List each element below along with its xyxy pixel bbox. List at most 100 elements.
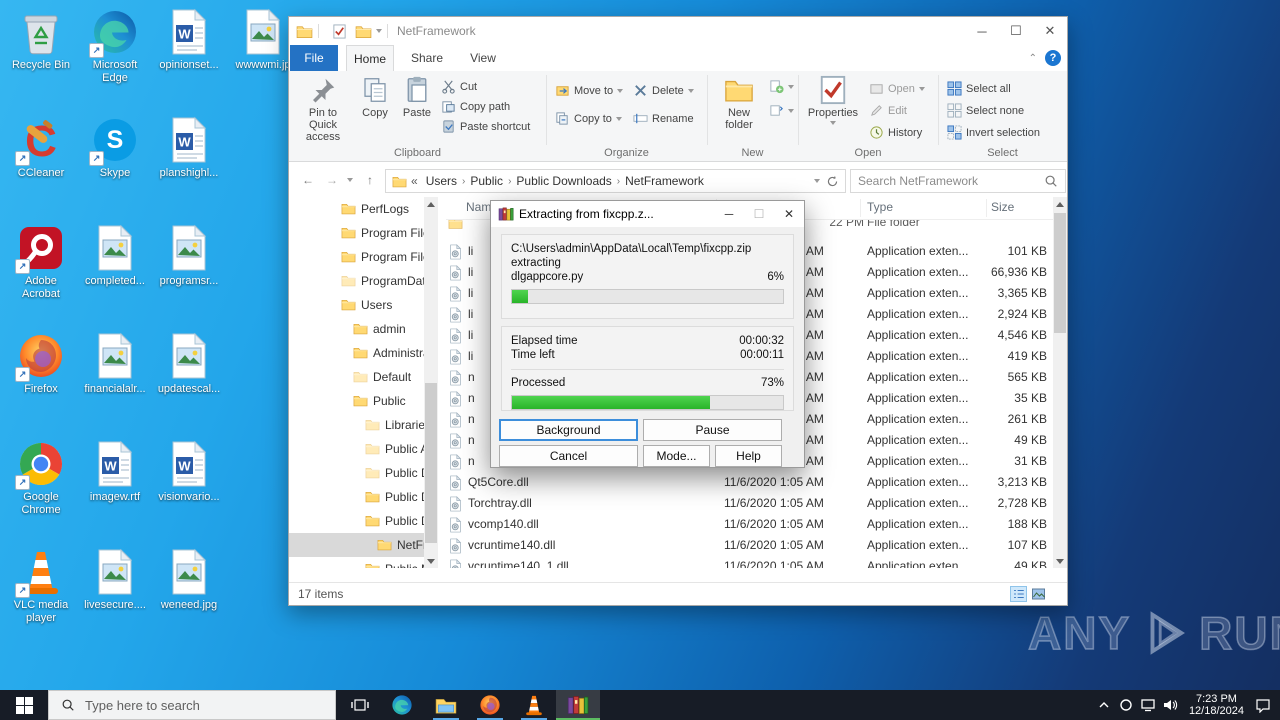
breadcrumb-item[interactable]: Public bbox=[466, 174, 507, 188]
maximize-button[interactable]: ☐ bbox=[999, 18, 1033, 44]
tab-file[interactable]: File bbox=[290, 45, 338, 71]
invert-selection-button[interactable]: Invert selection bbox=[947, 125, 1040, 140]
mode-button[interactable]: Mode... bbox=[643, 445, 710, 467]
desktop-icon-completed[interactable]: completed... bbox=[78, 224, 152, 324]
file-row-vcomp140-dll[interactable]: vcomp140.dll 11/6/2020 1:05 AM Application… bbox=[446, 514, 1053, 535]
file-row-torchtray-dll[interactable]: Torchtray.dll 11/6/2020 1:05 AM Applicatio… bbox=[446, 493, 1053, 514]
desktop-icon-updatescal[interactable]: updatescal... bbox=[152, 332, 226, 432]
list-scroll-up-icon[interactable] bbox=[1053, 197, 1067, 211]
refresh-icon[interactable] bbox=[826, 175, 839, 188]
desktop-icon-ccleaner[interactable]: C↗CCleaner bbox=[4, 116, 78, 216]
tree-item-users[interactable]: Users bbox=[289, 293, 424, 317]
action-center-icon[interactable] bbox=[1252, 690, 1274, 720]
tree-item-public[interactable]: Public bbox=[289, 389, 424, 413]
desktop-icon-weneed-jpg[interactable]: weneed.jpg bbox=[152, 548, 226, 648]
taskbar-firefox-button[interactable] bbox=[468, 690, 512, 720]
desktop-icon-opinionset[interactable]: Wopinionset... bbox=[152, 8, 226, 108]
tray-chevron-icon[interactable] bbox=[1093, 690, 1115, 720]
address-bar[interactable]: « Users › Public › Public Downloads › NetFrame… bbox=[385, 169, 846, 193]
tree-item-perflogs[interactable]: PerfLogs bbox=[289, 197, 424, 221]
select-none-button[interactable]: Select none bbox=[947, 103, 1024, 118]
up-button[interactable]: ↑ bbox=[359, 169, 381, 191]
tray-agent-icon[interactable] bbox=[1115, 690, 1137, 720]
dialog-maximize-button[interactable]: ☐ bbox=[744, 202, 774, 226]
file-row-vcruntime140-dll[interactable]: vcruntime140.dll 11/6/2020 1:05 AM Applica… bbox=[446, 535, 1053, 556]
close-button[interactable]: ✕ bbox=[1033, 18, 1067, 44]
details-view-button[interactable] bbox=[1010, 586, 1027, 602]
copy-to-button[interactable]: Copy to bbox=[555, 111, 622, 126]
qat-folder-icon[interactable] bbox=[296, 24, 313, 39]
desktop-icon-skype[interactable]: S ↗ Skype bbox=[78, 116, 152, 216]
start-button[interactable] bbox=[0, 690, 48, 720]
desktop-icon-microsoft-edge[interactable]: ↗ Microsoft Edge bbox=[78, 8, 152, 108]
breadcrumb-overflow[interactable]: « bbox=[407, 174, 422, 188]
forward-button[interactable]: → bbox=[321, 169, 343, 191]
dialog-close-button[interactable]: ✕ bbox=[774, 202, 804, 226]
taskbar-winrar-button[interactable] bbox=[556, 690, 600, 720]
volume-icon[interactable] bbox=[1159, 690, 1181, 720]
desktop-icon-financialalr[interactable]: financialalr... bbox=[78, 332, 152, 432]
column-header-size[interactable]: Size bbox=[991, 200, 1014, 214]
tree-item-public-acc[interactable]: Public Acc bbox=[289, 437, 424, 461]
tree-scroll-up-icon[interactable] bbox=[424, 197, 438, 211]
tree-item-netfram[interactable]: NetFram bbox=[289, 533, 424, 557]
pause-button[interactable]: Pause bbox=[643, 419, 782, 441]
file-row-vcruntime140-1-dll[interactable]: vcruntime140_1.dll 11/6/2020 1:05 AM Appli… bbox=[446, 556, 1053, 568]
tree-item-public-mu[interactable]: Public Mu bbox=[289, 557, 424, 568]
dialog-minimize-button[interactable]: ─ bbox=[714, 202, 744, 226]
file-row-qt5core-dll[interactable]: Qt5Core.dll 11/6/2020 1:05 AM Application … bbox=[446, 472, 1053, 493]
breadcrumb-item[interactable]: NetFramework bbox=[621, 174, 708, 188]
tab-share[interactable]: Share bbox=[402, 45, 452, 71]
tree-item-administrat[interactable]: Administrat bbox=[289, 341, 424, 365]
tree-item-public-des[interactable]: Public Des bbox=[289, 461, 424, 485]
desktop-icon-google-chrome[interactable]: ↗ Google Chrome bbox=[4, 440, 78, 540]
thumbnail-view-button[interactable] bbox=[1030, 586, 1047, 602]
help-button-dialog[interactable]: Help bbox=[715, 445, 782, 467]
edit-button[interactable]: Edit bbox=[869, 103, 907, 118]
tree-item-program-files[interactable]: Program Files bbox=[289, 221, 424, 245]
tree-scrollbar[interactable] bbox=[424, 197, 438, 568]
help-button[interactable]: ? bbox=[1045, 50, 1061, 66]
desktop-icon-adobe-acrobat[interactable]: ↗ Adobe Acrobat bbox=[4, 224, 78, 324]
copy-path-button[interactable]: Copy path bbox=[441, 99, 510, 114]
column-header-type[interactable]: Type bbox=[867, 200, 893, 214]
collapse-ribbon-icon[interactable]: ⌃ bbox=[1029, 53, 1037, 64]
cancel-button[interactable]: Cancel bbox=[499, 445, 638, 467]
rename-button[interactable]: Rename bbox=[633, 111, 694, 126]
desktop-icon-livesecure[interactable]: livesecure.... bbox=[78, 548, 152, 648]
list-scrollbar[interactable] bbox=[1053, 197, 1067, 568]
open-button[interactable]: Open bbox=[869, 81, 925, 96]
taskbar-explorer-button[interactable] bbox=[424, 690, 468, 720]
search-input[interactable] bbox=[851, 173, 1044, 189]
pin-to-quick-access-button[interactable]: Pin to Quick access bbox=[295, 75, 351, 143]
paste-shortcut-button[interactable]: Paste shortcut bbox=[441, 119, 530, 134]
history-button[interactable]: History bbox=[869, 125, 922, 140]
tree-item-program-files[interactable]: Program Files bbox=[289, 245, 424, 269]
new-item-button[interactable] bbox=[769, 79, 794, 94]
desktop-icon-planshighl[interactable]: Wplanshighl... bbox=[152, 116, 226, 216]
list-scroll-down-icon[interactable] bbox=[1053, 554, 1067, 568]
select-all-button[interactable]: Select all bbox=[947, 81, 1011, 96]
network-icon[interactable] bbox=[1137, 690, 1159, 720]
breadcrumb-item[interactable]: Public Downloads bbox=[512, 174, 615, 188]
minimize-button[interactable]: ─ bbox=[965, 18, 999, 44]
address-dropdown-icon[interactable] bbox=[814, 179, 820, 186]
background-button[interactable]: Background bbox=[499, 419, 638, 441]
task-view-button[interactable] bbox=[340, 690, 380, 720]
taskbar-clock[interactable]: 7:23 PM 12/18/2024 bbox=[1181, 693, 1252, 717]
desktop-icon-visionvario[interactable]: Wvisionvario... bbox=[152, 440, 226, 540]
qat-new-folder-icon[interactable] bbox=[355, 24, 372, 39]
copy-button[interactable]: Copy bbox=[355, 75, 395, 119]
desktop-icon-imagew-rtf[interactable]: Wimagew.rtf bbox=[78, 440, 152, 540]
breadcrumb-item[interactable]: Users bbox=[422, 174, 461, 188]
tab-home[interactable]: Home bbox=[346, 45, 394, 71]
tree-item-libraries[interactable]: Libraries bbox=[289, 413, 424, 437]
back-button[interactable]: ← bbox=[297, 169, 319, 191]
desktop-icon-firefox[interactable]: ↗ Firefox bbox=[4, 332, 78, 432]
easy-access-button[interactable] bbox=[769, 103, 794, 118]
desktop-icon-programsr[interactable]: programsr... bbox=[152, 224, 226, 324]
tree-item-default[interactable]: Default bbox=[289, 365, 424, 389]
qat-properties-icon[interactable] bbox=[331, 23, 348, 39]
tree-item-admin[interactable]: admin bbox=[289, 317, 424, 341]
tree-scroll-down-icon[interactable] bbox=[424, 554, 438, 568]
